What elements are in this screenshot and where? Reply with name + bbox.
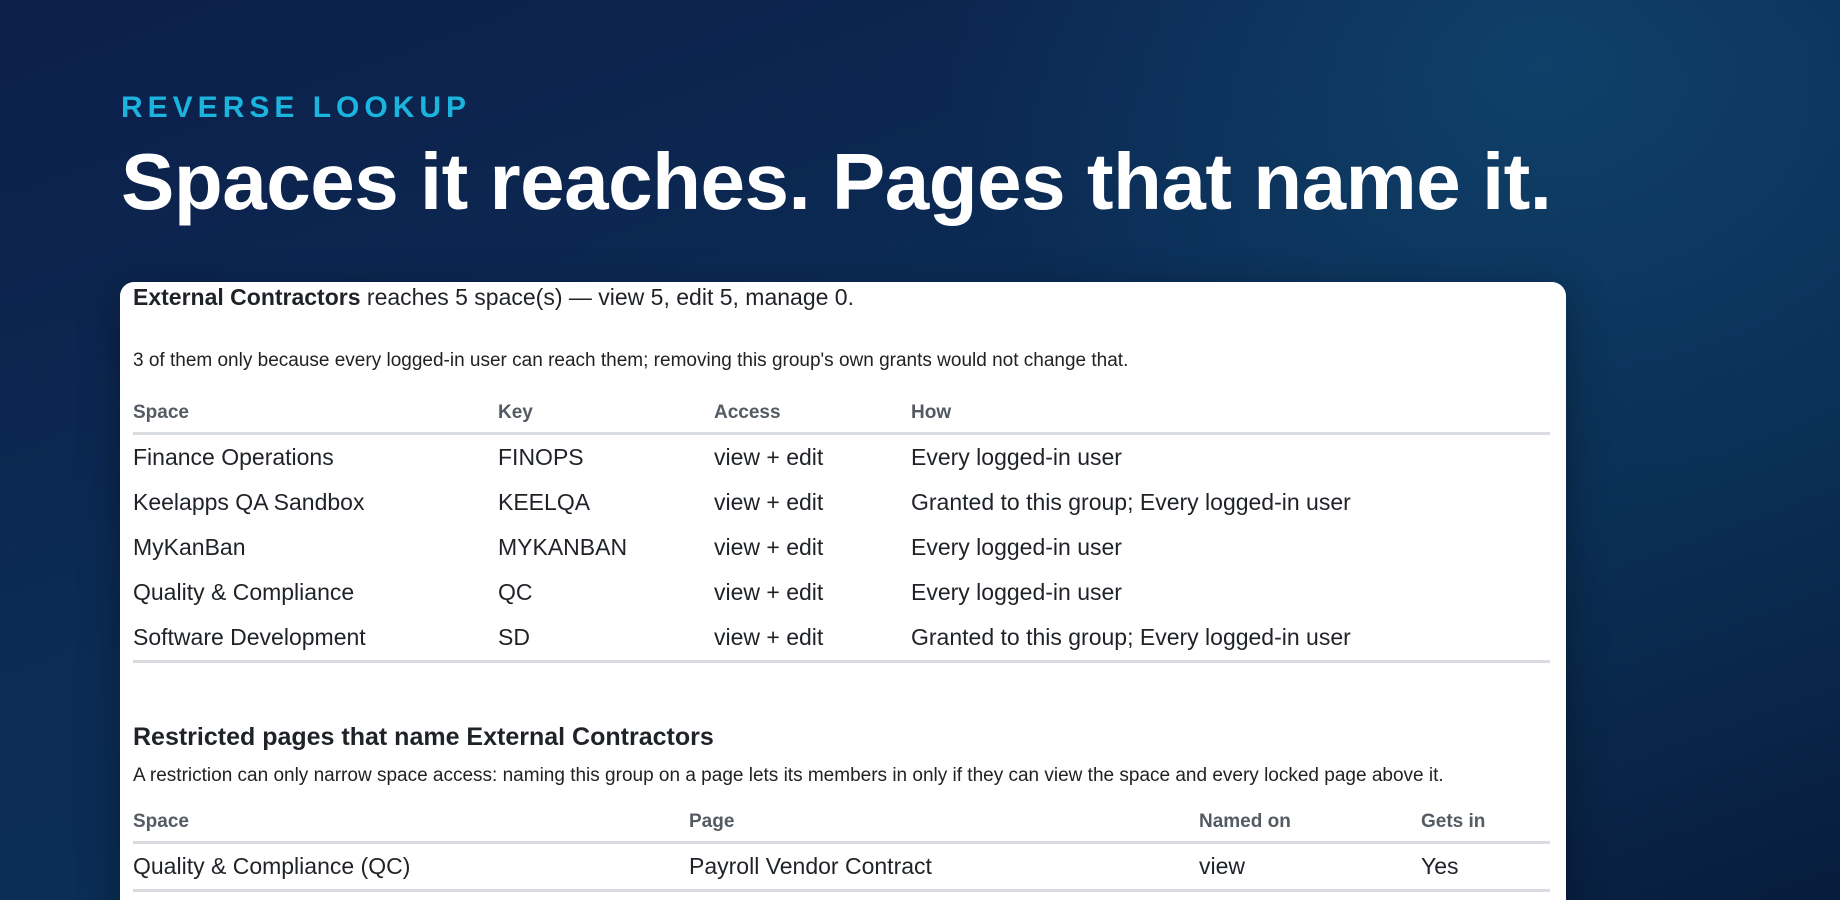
column-header-space: Space	[133, 394, 498, 435]
table-row: MyKanBan MYKANBAN view + edit Every logg…	[133, 525, 1550, 570]
cell-key: QC	[498, 579, 533, 605]
spaces-table-header: Space Key Access How	[133, 394, 1550, 435]
cell-named-on: view	[1199, 842, 1421, 892]
cell-access: view + edit	[714, 444, 824, 470]
cell-key: FINOPS	[498, 444, 584, 470]
table-row: Finance Operations FINOPS view + edit Ev…	[133, 434, 1550, 481]
cell-access: view + edit	[714, 579, 824, 605]
cell-key: SD	[498, 615, 714, 663]
cell-space: Quality & Compliance (QC)	[133, 842, 689, 892]
results-card: External Contractors reaches 5 space(s) …	[120, 282, 1566, 900]
column-header-named-on: Named on	[1199, 803, 1421, 844]
eyebrow-label: REVERSE LOOKUP	[121, 91, 472, 124]
column-header-gets-in: Gets in	[1421, 803, 1550, 844]
cell-key: MYKANBAN	[498, 534, 628, 560]
table-row: Quality & Compliance QC view + edit Ever…	[133, 570, 1550, 615]
cell-access: view + edit	[714, 489, 824, 515]
cell-space: MyKanBan	[133, 534, 246, 560]
hero: REVERSE LOOKUP Spaces it reaches. Pages …	[121, 90, 1621, 230]
summary-line: External Contractors reaches 5 space(s) …	[133, 282, 1550, 312]
restricted-pages-table: Space Page Named on Gets in Quality & Co…	[133, 803, 1550, 892]
page-title: Spaces it reaches. Pages that name it.	[121, 137, 1552, 226]
summary-text: reaches 5 space(s) — view 5, edit 5, man…	[360, 284, 854, 310]
cell-key: KEELQA	[498, 489, 591, 515]
column-header-key: Key	[498, 394, 714, 435]
cell-space: Keelapps QA Sandbox	[133, 489, 365, 515]
column-header-how: How	[911, 394, 1550, 435]
column-header-space: Space	[133, 803, 689, 844]
cell-how: Every logged-in user	[911, 534, 1122, 560]
restricted-table-header: Space Page Named on Gets in	[133, 803, 1550, 844]
cell-space: Finance Operations	[133, 444, 334, 470]
cell-how: Granted to this group; Every logged-in u…	[911, 489, 1351, 515]
column-header-page: Page	[689, 803, 1199, 844]
cell-how: Granted to this group; Every logged-in u…	[911, 615, 1550, 663]
table-row: Software Development SD view + edit Gran…	[133, 615, 1550, 663]
cell-space: Quality & Compliance	[133, 579, 355, 605]
table-row: Quality & Compliance (QC) Payroll Vendor…	[133, 842, 1550, 892]
cell-how: Every logged-in user	[911, 579, 1122, 605]
column-header-access: Access	[714, 394, 911, 435]
cell-space: Software Development	[133, 615, 498, 663]
group-name: External Contractors	[133, 284, 361, 310]
cell-access: view + edit	[714, 534, 824, 560]
spaces-table: Space Key Access How Finance Operations …	[133, 394, 1550, 663]
summary-note: 3 of them only because every logged-in u…	[133, 350, 1129, 371]
cell-gets-in: Yes	[1421, 842, 1550, 892]
restricted-section-title: Restricted pages that name External Cont…	[133, 723, 714, 751]
cell-access: view + edit	[714, 615, 911, 663]
restricted-section-description: A restriction can only narrow space acce…	[133, 765, 1444, 786]
table-row: Keelapps QA Sandbox KEELQA view + edit G…	[133, 480, 1550, 525]
cell-how: Every logged-in user	[911, 444, 1122, 470]
cell-page: Payroll Vendor Contract	[689, 842, 1199, 892]
